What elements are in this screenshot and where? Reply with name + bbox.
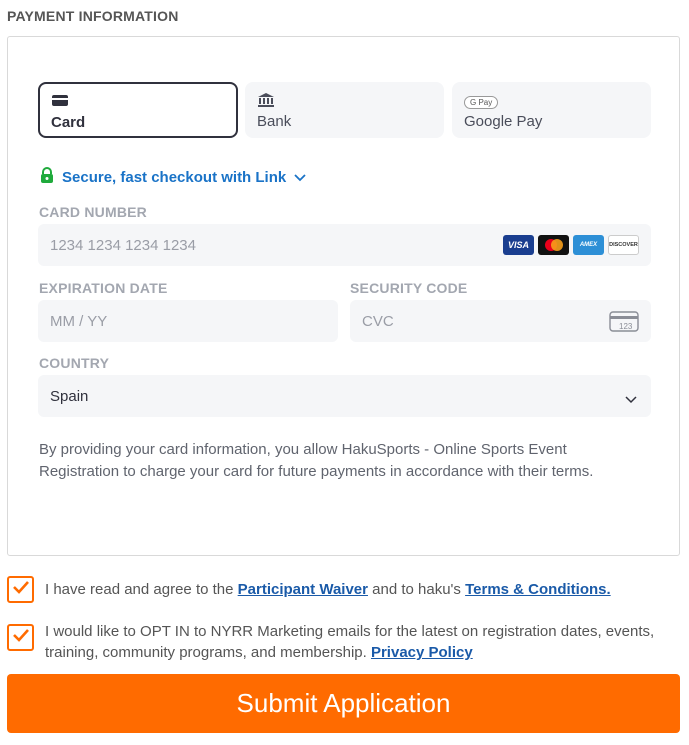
section-title: PAYMENT INFORMATION [7,8,179,24]
country-value: Spain [50,387,89,405]
submit-application-button[interactable]: Submit Application [7,674,680,733]
amex-icon: AMEX [573,235,604,255]
optin-text: I would like to OPT IN to NYRR Marketing… [45,623,655,661]
link-checkout[interactable]: Secure, fast checkout with Link [40,167,306,188]
card-number-input[interactable]: 1234 1234 1234 1234 VISA AMEX DISCOVER [38,224,651,266]
link-checkout-text: Secure, fast checkout with Link [62,169,287,186]
tab-bank[interactable]: Bank [245,82,444,138]
waiver-text: I have read and agree to the Participant… [45,581,611,598]
cvc-card-icon: 123 [609,311,639,337]
tab-card-label: Card [51,114,86,131]
waiver-checkbox[interactable] [7,576,34,603]
visa-icon: VISA [503,235,534,255]
svg-text:123: 123 [619,322,633,331]
mastercard-icon [538,235,569,255]
tab-google-pay[interactable]: G Pay Google Pay [452,82,651,138]
privacy-policy-link[interactable]: Privacy Policy [371,644,473,661]
lock-icon [40,167,54,188]
checkmark-icon [12,628,30,647]
terms-conditions-link[interactable]: Terms & Conditions. [465,581,611,598]
participant-waiver-link[interactable]: Participant Waiver [238,581,368,598]
optin-agreement: I would like to OPT IN to NYRR Marketing… [7,623,675,663]
tab-bank-label: Bank [257,113,292,130]
waiver-agreement: I have read and agree to the Participant… [7,576,611,603]
credit-card-icon [51,93,225,111]
payment-form: Card Bank G Pay Google Pay Secure, fast … [7,36,680,556]
chevron-down-icon [294,169,306,187]
checkmark-icon [12,580,30,599]
expiration-placeholder: MM / YY [50,312,108,330]
tab-card[interactable]: Card [38,82,238,138]
security-code-placeholder: CVC [362,312,394,330]
expiration-label: EXPIRATION DATE [39,280,168,296]
google-pay-icon: G Pay [464,92,639,110]
country-label: COUNTRY [39,355,110,371]
security-code-input[interactable]: CVC 123 [350,300,651,342]
security-code-label: SECURITY CODE [350,280,468,296]
country-select[interactable]: Spain [38,375,651,417]
card-disclaimer: By providing your card information, you … [39,441,594,480]
tab-google-pay-label: Google Pay [464,113,543,130]
payment-method-tabs: Card Bank G Pay Google Pay [38,82,651,138]
discover-icon: DISCOVER [608,235,639,255]
bank-icon [257,92,432,110]
card-number-label: CARD NUMBER [39,204,147,220]
card-brands: VISA AMEX DISCOVER [503,235,639,255]
chevron-down-icon [625,391,637,408]
optin-checkbox[interactable] [7,624,34,651]
card-number-placeholder: 1234 1234 1234 1234 [50,236,196,254]
expiration-input[interactable]: MM / YY [38,300,338,342]
